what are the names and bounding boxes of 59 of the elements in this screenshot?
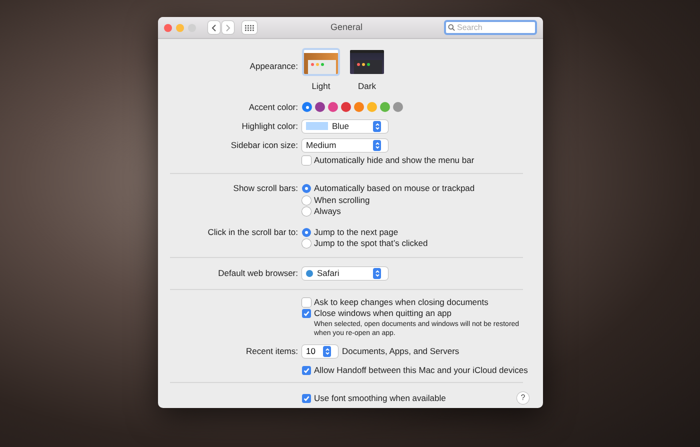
radio-button[interactable] — [302, 228, 311, 237]
setting-label: Default web browser: — [217, 266, 298, 280]
accent-color-swatch[interactable] — [341, 102, 351, 112]
search-field[interactable]: Search — [444, 20, 537, 35]
radio-button[interactable] — [302, 239, 311, 248]
appearance-thumbnail[interactable] — [302, 48, 340, 76]
radio-button[interactable] — [302, 196, 311, 205]
appearance-label[interactable]: Light — [312, 80, 330, 93]
stepper-icon — [373, 140, 381, 150]
checkbox[interactable] — [302, 298, 311, 307]
stepper-icon — [373, 268, 381, 278]
highlight-color-popup[interactable]: Blue — [302, 120, 388, 132]
chevron-left-icon — [211, 24, 217, 32]
appearance-thumbnail[interactable] — [348, 48, 386, 76]
accent-color-swatch[interactable] — [380, 102, 390, 112]
setting-label: Highlight color: — [240, 120, 298, 132]
accent-color-swatch[interactable] — [367, 102, 377, 112]
radio-label[interactable]: Jump to the next page — [314, 226, 398, 239]
setting-label: Appearance: — [248, 60, 298, 73]
checkbox-label[interactable]: Use font smoothing when available — [314, 392, 446, 404]
sidebar-icon-size-popup[interactable]: Medium — [302, 138, 388, 152]
accent-color-swatch[interactable] — [328, 102, 338, 112]
radio-label[interactable]: Jump to the spot that’s clicked — [314, 237, 428, 250]
checkbox[interactable] — [302, 366, 311, 375]
checkbox[interactable] — [302, 156, 311, 165]
radio-button[interactable] — [302, 184, 311, 194]
chevron-right-icon — [225, 24, 231, 32]
setting-label: Accent color: — [248, 100, 298, 114]
checkbox-label[interactable]: Close windows when quitting an app — [314, 307, 452, 320]
back-button[interactable] — [208, 21, 220, 34]
default-browser-popup[interactable]: Safari — [302, 266, 388, 280]
checkbox[interactable] — [302, 394, 311, 402]
window-title: General — [329, 20, 364, 34]
appearance-label[interactable]: Dark — [358, 80, 376, 93]
radio-label[interactable]: When scrolling — [314, 194, 370, 207]
checkbox-label[interactable]: Allow Handoff between this Mac and your iCloud devices — [314, 364, 528, 377]
accent-color-swatch[interactable] — [393, 102, 403, 112]
setting-label: Show scroll bars: — [232, 183, 298, 194]
stepper-icon — [323, 346, 331, 356]
grid-icon — [245, 24, 254, 30]
stepper-icon — [373, 120, 381, 132]
recent-items-stepper[interactable]: 10 — [302, 344, 338, 358]
radio-label[interactable]: Automatically based on mouse or trackpad — [314, 182, 475, 196]
recent-items-suffix: Documents, Apps, and Servers — [342, 344, 460, 358]
checkbox-label[interactable]: Ask to keep changes when closing documents — [314, 296, 488, 309]
checkbox-label[interactable]: Automatically hide and show the menu bar — [314, 154, 474, 167]
show-all-button[interactable] — [242, 21, 257, 34]
setting-label: Click in the scroll bar to: — [206, 226, 298, 238]
close-window-button[interactable] — [164, 24, 172, 32]
setting-label: Sidebar icon size: — [230, 138, 298, 152]
accent-color-swatch[interactable] — [354, 102, 364, 112]
accent-color-swatch[interactable] — [302, 102, 312, 112]
radio-button[interactable] — [302, 207, 311, 216]
radio-label[interactable]: Always — [314, 205, 341, 218]
help-button[interactable]: ? — [517, 392, 529, 404]
setting-label: Recent items: — [245, 344, 298, 358]
search-icon — [448, 24, 455, 31]
accent-color-swatch[interactable] — [315, 102, 325, 112]
checkbox[interactable] — [302, 309, 311, 318]
